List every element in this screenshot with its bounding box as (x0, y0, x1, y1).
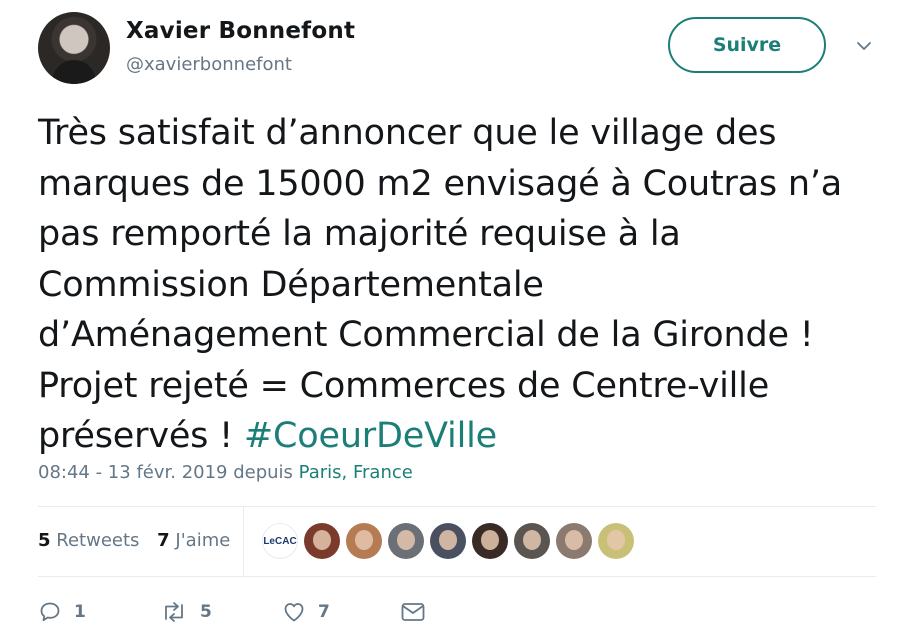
liker-avatar[interactable] (598, 523, 634, 559)
likers-avatars: LeCAC (262, 523, 634, 559)
location-link[interactable]: Paris, France (299, 462, 413, 483)
liker-logo-text: LeCAC (263, 535, 297, 547)
tweet-line: d’Aménagement Commercial de la Gironde ! (38, 315, 814, 355)
tweet-line: Commission Départementale (38, 264, 544, 305)
tweet-line-last: préservés ! #CoeurDeVille (38, 411, 898, 462)
liker-avatar-logo[interactable]: LeCAC (262, 523, 298, 559)
avatar[interactable] (38, 12, 110, 84)
tweet-text: Très satisfait d’annoncer que le village… (38, 108, 898, 462)
direct-message-button[interactable] (400, 598, 426, 626)
user-handle[interactable]: @xavierbonnefont (126, 54, 292, 75)
retweets-count: 5 (38, 530, 51, 551)
like-button[interactable]: 7 (282, 598, 330, 626)
follow-button[interactable]: Suivre (668, 17, 826, 73)
user-name[interactable]: Xavier Bonnefont (126, 18, 355, 44)
liker-avatar[interactable] (430, 523, 466, 559)
chevron-down-icon[interactable] (856, 38, 872, 54)
retweets-stat[interactable]: 5 Retweets (38, 530, 139, 551)
reply-button[interactable]: 1 (38, 598, 86, 626)
tweet-line: préservés ! (38, 416, 233, 456)
tweet-header: Xavier Bonnefont @xavierbonnefont Suivre (38, 12, 874, 84)
liker-avatar[interactable] (304, 523, 340, 559)
liker-avatar[interactable] (514, 523, 550, 559)
liker-avatar[interactable] (388, 523, 424, 559)
likes-label: J'aime (175, 530, 231, 551)
liker-avatar[interactable] (472, 523, 508, 559)
divider (38, 506, 876, 507)
retweet-icon (165, 602, 183, 622)
likes-count: 7 (157, 530, 170, 551)
divider (38, 576, 876, 577)
tweet-line: Projet rejeté = Commerces de Centre-vill… (38, 365, 770, 406)
liker-avatar[interactable] (346, 523, 382, 559)
hashtag-link[interactable]: #CoeurDeVille (244, 416, 497, 456)
tweet-line: Très satisfait d’annoncer que le village… (38, 113, 777, 153)
tweet-timestamp[interactable]: 08:44 - 13 févr. 2019 depuis (38, 462, 299, 483)
reply-icon (40, 602, 60, 622)
tweet-meta: 08:44 - 13 févr. 2019 depuis Paris, Fran… (38, 462, 413, 483)
liker-avatar[interactable] (556, 523, 592, 559)
tweet-stats: 5 Retweets 7 J'aime (38, 530, 230, 551)
tweet-line: pas remporté la majorité requise à la (38, 214, 681, 254)
reply-count: 1 (74, 602, 86, 622)
stats-separator (243, 506, 244, 576)
envelope-icon (401, 603, 425, 621)
heart-icon (284, 603, 304, 622)
likes-stat[interactable]: 7 J'aime (157, 530, 230, 551)
like-count: 7 (318, 602, 330, 622)
retweet-button[interactable]: 5 (160, 598, 212, 626)
retweet-count: 5 (200, 602, 212, 622)
tweet-line: marques de 15000 m2 envisagé à Coutras n… (38, 163, 843, 204)
retweets-label: Retweets (56, 530, 140, 551)
